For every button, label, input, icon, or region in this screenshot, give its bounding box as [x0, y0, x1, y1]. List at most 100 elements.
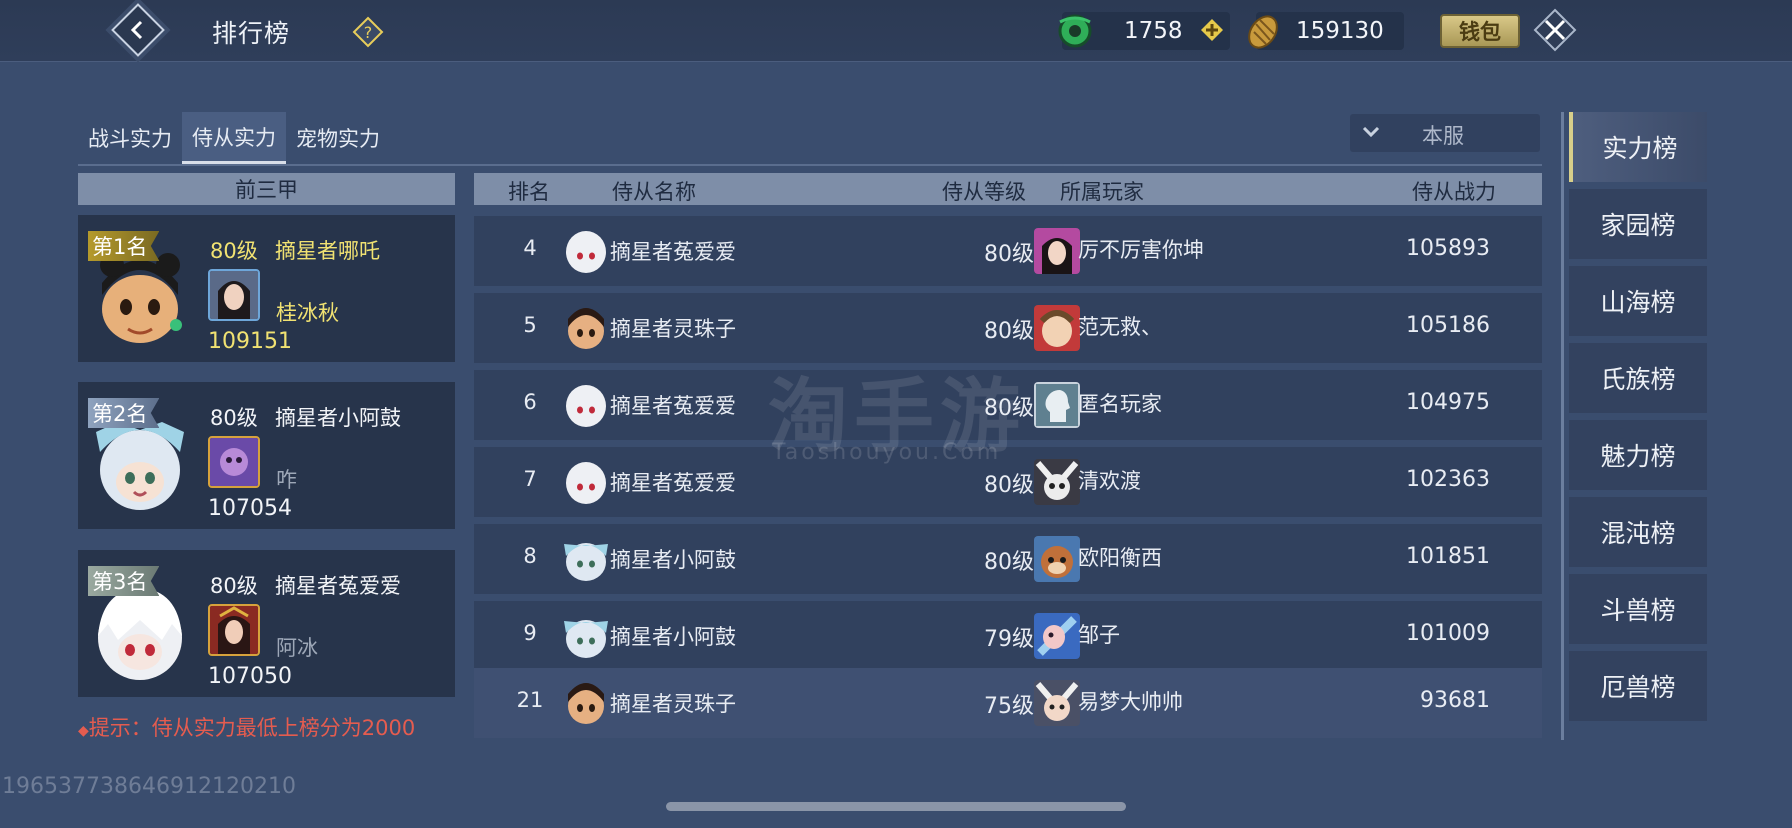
top-pet-power: 109151	[208, 329, 292, 354]
pet-lingzhuzi-icon	[568, 683, 604, 724]
sidebar-divider	[1561, 112, 1564, 740]
pet-tuaiai-icon	[566, 462, 606, 504]
player-portrait-icon	[1034, 613, 1080, 659]
svg-text:?: ?	[364, 23, 373, 42]
row-power: 104975	[1406, 390, 1490, 415]
top-three-header: 前三甲	[78, 173, 455, 205]
row-power: 101851	[1406, 544, 1490, 569]
page-title: 排行榜	[212, 19, 291, 48]
row-pet-name: 摘星者灵珠子	[610, 692, 736, 716]
row-power: 93681	[1420, 688, 1490, 713]
top-pet-level: 80级	[210, 406, 258, 430]
my-ranking-row[interactable]: 21 摘星者灵珠子 75级 易梦大帅帅 93681	[474, 668, 1542, 738]
table-row[interactable]: 9 摘星者小阿鼓 79级 邹子 101009	[474, 601, 1542, 671]
col-owner: 所属玩家	[1060, 180, 1144, 204]
top-pet-level: 80级	[210, 239, 258, 263]
row-pet-name: 摘星者菟爱爱	[610, 240, 736, 264]
top-pet-power: 107050	[208, 664, 292, 689]
pet-lingzhuzi-icon	[568, 308, 604, 349]
close-icon	[1533, 8, 1577, 52]
sidebar-item-calamity-beast[interactable]: 厄兽榜	[1569, 651, 1707, 721]
top-owner-name: 桂冰秋	[276, 301, 339, 325]
server-filter-dropdown[interactable]: 本服	[1350, 114, 1540, 152]
gold-ingot-icon	[1248, 15, 1278, 49]
col-pet-level: 侍从等级	[942, 180, 1026, 204]
player-portrait-icon	[1034, 536, 1080, 582]
hint-text: ◆提示：侍从实力最低上榜分为2000	[78, 712, 415, 742]
player-portrait-icon	[1034, 680, 1080, 726]
player-portrait-icon	[210, 606, 258, 654]
sidebar-item-power[interactable]: 实力榜	[1569, 112, 1707, 182]
row-level: 79级	[984, 627, 1034, 652]
chevron-left-icon	[130, 20, 143, 40]
gold-amount: 159130	[1296, 18, 1384, 44]
sidebar-item-beast-fight[interactable]: 斗兽榜	[1569, 574, 1707, 644]
home-indicator[interactable]	[666, 802, 1126, 811]
close-button[interactable]	[1531, 6, 1579, 54]
tab-combat-power[interactable]: 战斗实力	[78, 112, 182, 164]
sidebar-item-home[interactable]: 家园榜	[1569, 189, 1707, 259]
row-owner: 清欢渡	[1078, 469, 1141, 493]
wallet-button[interactable]: 钱包	[1440, 14, 1520, 48]
owner-avatar	[208, 269, 260, 321]
help-button[interactable]: ?	[352, 16, 384, 48]
top-card-2[interactable]: 第2名 80级 摘星者小阿鼓 咋 107054	[78, 382, 455, 529]
row-level: 80级	[984, 242, 1034, 267]
pet-xiaoagu-icon	[564, 620, 608, 658]
player-portrait-icon	[210, 271, 258, 319]
owner-avatar	[208, 604, 260, 656]
serial-number: 196537738646912120210	[2, 774, 296, 799]
col-pet-name: 侍从名称	[612, 180, 696, 204]
col-rank: 排名	[508, 180, 550, 204]
table-row[interactable]: 8 摘星者小阿鼓 80级 欧阳衡西 101851	[474, 524, 1542, 594]
top-pet-name: 摘星者小阿鼓	[275, 406, 401, 430]
sidebar-item-clan[interactable]: 氏族榜	[1569, 343, 1707, 413]
row-owner: 范无救、	[1078, 315, 1162, 339]
ranking-tabs: 战斗实力 侍从实力 宠物实力	[78, 112, 390, 164]
chevron-down-icon	[1362, 126, 1380, 138]
row-power: 101009	[1406, 621, 1490, 646]
gold-currency: 159130	[1248, 12, 1404, 50]
jade-amount: 1758	[1124, 18, 1183, 44]
row-pet-name: 摘星者小阿鼓	[610, 548, 736, 572]
row-pet-name: 摘星者小阿鼓	[610, 625, 736, 649]
watermark-url: Taoshouyou.Com	[772, 440, 1002, 465]
row-level: 80级	[984, 550, 1034, 575]
warning-diamond-icon: ◆	[78, 723, 89, 739]
pet-tuaiai-icon	[566, 231, 606, 273]
top-pet-power: 107054	[208, 496, 292, 521]
sidebar-item-charm[interactable]: 魅力榜	[1569, 420, 1707, 490]
tab-pet-power[interactable]: 侍从实力	[182, 112, 286, 164]
ranking-table-header: 排名 侍从名称 侍从等级 所属玩家 侍从战力	[474, 173, 1542, 205]
add-currency-icon[interactable]	[1200, 18, 1224, 42]
row-owner: 厉不厉害你坤	[1078, 238, 1204, 262]
row-power: 105186	[1406, 313, 1490, 338]
top-bar: 排行榜 ? 1758 159130 钱包	[0, 0, 1792, 62]
rank-badge: 第3名	[88, 566, 160, 596]
row-pet-name: 摘星者灵珠子	[610, 317, 736, 341]
pet-xiaoagu-icon	[564, 543, 608, 581]
top-card-1[interactable]: 第1名 80级 摘星者哪吒 桂冰秋 109151	[78, 215, 455, 362]
row-power: 102363	[1406, 467, 1490, 492]
sidebar-item-chaos[interactable]: 混沌榜	[1569, 497, 1707, 567]
anonymous-avatar-icon	[1034, 382, 1080, 428]
top-pet-name: 摘星者菟爱爱	[275, 574, 401, 598]
back-button[interactable]	[111, 3, 165, 57]
question-icon: ?	[352, 16, 384, 48]
top-owner-name: 阿冰	[276, 636, 318, 660]
top-pet-level: 80级	[210, 574, 258, 598]
rank-badge: 第2名	[88, 398, 160, 428]
top-card-3[interactable]: 第3名 80级 摘星者菟爱爱 阿冰 107050	[78, 550, 455, 697]
row-owner: 欧阳衡西	[1078, 546, 1162, 570]
row-pet-name: 摘星者菟爱爱	[610, 394, 736, 418]
sidebar-item-shanhai[interactable]: 山海榜	[1569, 266, 1707, 336]
top-pet-name: 摘星者哪吒	[275, 239, 380, 263]
pet-tuaiai-icon	[566, 385, 606, 427]
table-row[interactable]: 4 摘星者菟爱爱 80级 厉不厉害你坤 105893	[474, 216, 1542, 286]
player-portrait-icon	[1034, 459, 1080, 505]
row-pet-name: 摘星者菟爱爱	[610, 471, 736, 495]
rank-badge: 第1名	[88, 231, 160, 261]
tab-pet-strength[interactable]: 宠物实力	[286, 112, 390, 164]
row-owner: 匿名玩家	[1078, 392, 1162, 416]
row-power: 105893	[1406, 236, 1490, 261]
